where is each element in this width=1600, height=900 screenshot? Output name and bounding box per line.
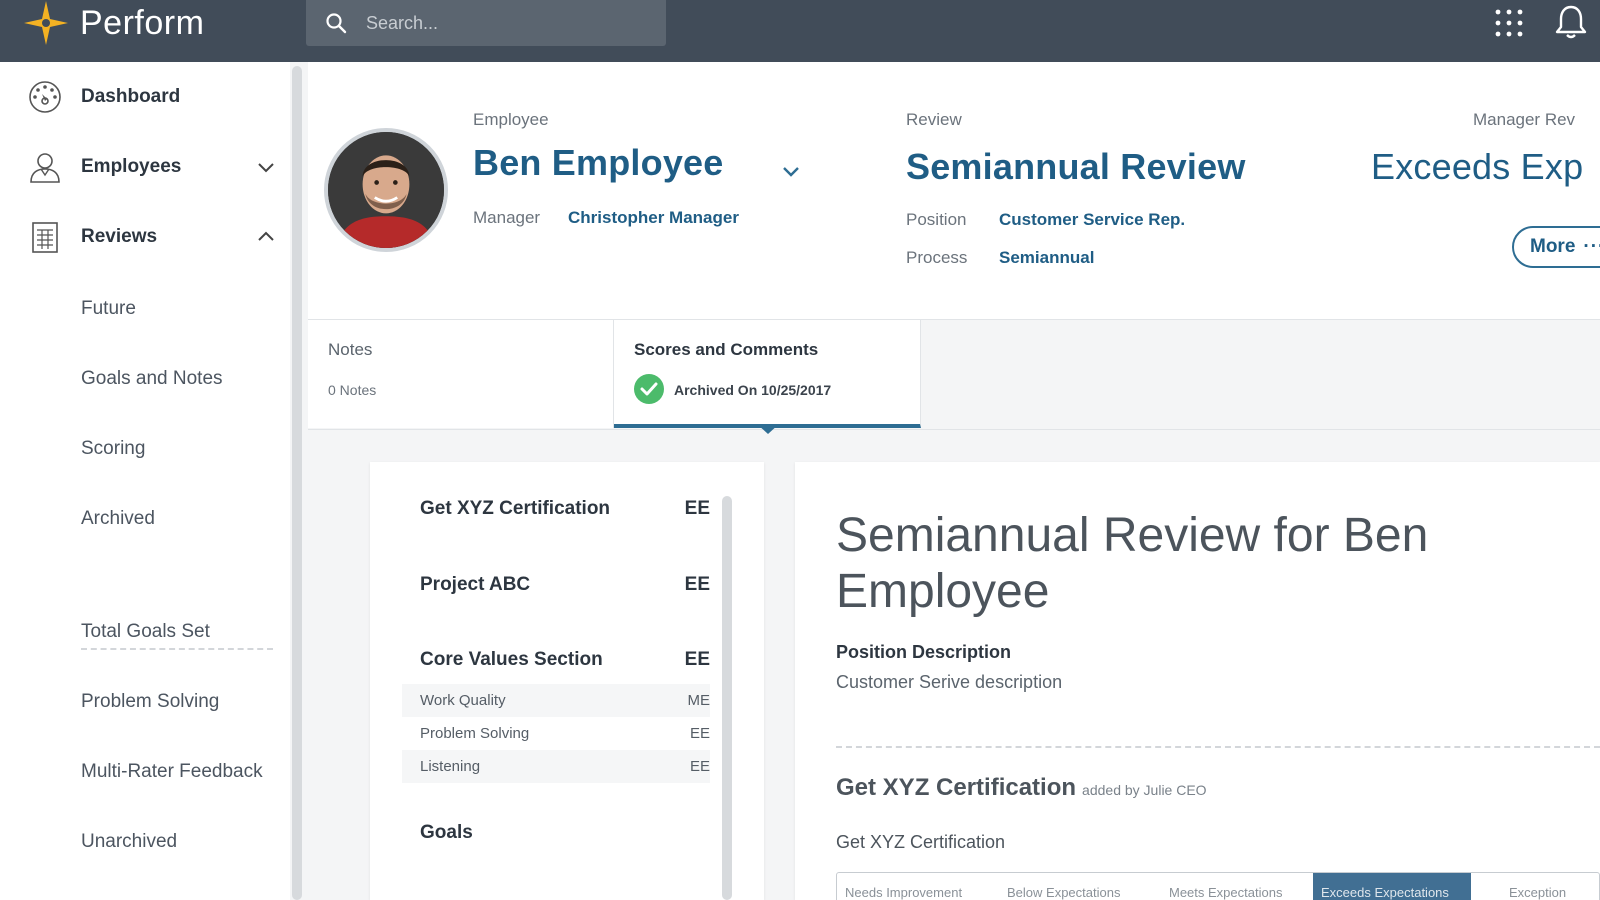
employee-name[interactable]: Ben Employee: [473, 142, 723, 184]
notes-count: 0 Notes: [328, 382, 377, 398]
list-item[interactable]: Get XYZ Certification EE: [420, 498, 710, 520]
rating-option-needs-improvement[interactable]: Needs Improvement: [837, 873, 999, 900]
goal-heading: Get XYZ Certification added by Julie CEO: [836, 774, 1207, 802]
process-value: Semiannual: [999, 248, 1095, 267]
goals-heading: Goals: [420, 822, 473, 843]
employee-chevron-down-icon[interactable]: [780, 160, 802, 182]
process-label: Process: [906, 248, 968, 267]
review-detail-card: Semiannual Review for Ben Employee Posit…: [795, 462, 1600, 900]
subitem-score: EE: [689, 725, 710, 742]
sidebar-item-label: Reviews: [81, 226, 158, 247]
chevron-down-icon[interactable]: [256, 157, 276, 177]
more-button[interactable]: More ···: [1512, 226, 1600, 268]
list-item[interactable]: Goals: [420, 822, 710, 844]
position-value: Customer Service Rep.: [999, 210, 1186, 229]
tab-notes-title: Notes: [328, 340, 373, 359]
subitem-score: ME: [687, 692, 711, 709]
search-icon: [326, 13, 347, 34]
sidebar-scrollbar[interactable]: [292, 66, 302, 900]
manager-review-value: Exceeds Exp: [1371, 146, 1584, 187]
sidebar-divider: [81, 648, 273, 650]
sidebar-subitem-total-goals[interactable]: Total Goals Set: [81, 621, 210, 643]
apps-grid-icon[interactable]: [1494, 8, 1524, 38]
app-name: Perform: [80, 3, 205, 42]
employees-person-icon: [30, 153, 60, 183]
goals-list-card: Get XYZ Certification EE Project ABC EE …: [370, 462, 764, 900]
goal-added-by: added by Julie CEO: [1082, 782, 1207, 798]
goal-heading-title: Get XYZ Certification: [836, 774, 1077, 801]
archived-status: Archived On 10/25/2017: [674, 382, 832, 398]
dashboard-gauge-icon: [29, 81, 61, 113]
manager-review-label: Manager Rev: [1473, 110, 1576, 129]
perform-logo-icon: [24, 1, 68, 45]
review-label: Review: [906, 110, 962, 129]
goal-title: Project ABC: [420, 574, 531, 595]
subitem-title: Listening: [420, 758, 481, 775]
employee-label: Employee: [473, 110, 549, 129]
list-item[interactable]: Core Values Section EE: [420, 649, 710, 671]
list-item[interactable]: Project ABC EE: [420, 574, 710, 596]
manager-name-link[interactable]: Christopher Manager: [568, 208, 739, 228]
goal-score: EE: [684, 498, 710, 519]
section-score: EE: [684, 649, 710, 670]
sidebar-subitem-problem-solving[interactable]: Problem Solving: [81, 691, 219, 713]
sidebar-subitem-archived[interactable]: Archived: [81, 508, 155, 530]
tab-scores-comments[interactable]: Scores and Comments Archived On 10/25/20…: [614, 320, 921, 434]
sidebar-item-label: Employees: [81, 156, 182, 177]
subitem-title: Problem Solving: [420, 725, 530, 742]
sidebar-item-reviews[interactable]: Reviews: [28, 220, 278, 254]
avatar: [324, 128, 448, 252]
sidebar-item-dashboard[interactable]: Dashboard: [28, 80, 278, 114]
review-header: Employee Ben Employee Manager Christophe…: [308, 62, 1600, 320]
employee-photo-icon: [328, 132, 444, 248]
subitem-title: Work Quality: [420, 692, 506, 709]
search-input[interactable]: [366, 12, 646, 34]
tab-scores-title: Scores and Comments: [634, 340, 819, 359]
notification-bell-icon[interactable]: [1554, 4, 1588, 40]
goal-score: EE: [684, 574, 710, 595]
subitem-score: EE: [689, 758, 710, 775]
sidebar-subitem-scoring[interactable]: Scoring: [81, 438, 145, 460]
chevron-up-icon[interactable]: [256, 227, 276, 247]
sidebar-item-employees[interactable]: Employees: [28, 150, 278, 184]
rating-selector: Needs Improvement Below Expectations Mee…: [836, 872, 1600, 900]
goal-title: Get XYZ Certification: [420, 498, 611, 519]
sidebar-subitem-future[interactable]: Future: [81, 298, 136, 320]
search-box[interactable]: [306, 0, 666, 46]
sidebar-item-label: Dashboard: [81, 86, 181, 107]
list-item[interactable]: Problem Solving EE: [402, 717, 710, 750]
list-item[interactable]: Listening EE: [402, 750, 710, 783]
rating-option-meets-expectations[interactable]: Meets Expectations: [1161, 873, 1313, 900]
list-item[interactable]: Work Quality ME: [402, 684, 710, 717]
active-tab-pointer: [757, 424, 779, 434]
goals-list-scrollbar[interactable]: [722, 496, 732, 900]
sidebar-subitem-goals-notes[interactable]: Goals and Notes: [81, 368, 223, 390]
sidebar: Dashboard Employees Reviews Future Goals…: [0, 62, 290, 900]
review-detail-title: Semiannual Review for Ben Employee: [836, 509, 1429, 618]
reviews-document-icon: [32, 222, 58, 253]
position-description-text: Customer Serive description: [836, 672, 1063, 692]
sidebar-subitem-multi-rater[interactable]: Multi-Rater Feedback: [81, 761, 263, 783]
tab-notes[interactable]: Notes 0 Notes: [308, 320, 614, 428]
section-title: Core Values Section: [420, 649, 603, 670]
rating-option-exceeds-expectations[interactable]: Exceeds Expectations: [1313, 873, 1471, 900]
archived-check-icon: [634, 374, 664, 404]
position-label: Position: [906, 210, 967, 229]
review-name: Semiannual Review: [906, 146, 1246, 187]
manager-label: Manager: [473, 208, 541, 227]
more-dots-icon: ···: [1583, 236, 1600, 257]
position-description-heading: Position Description: [836, 642, 1012, 662]
app-logo[interactable]: Perform: [22, 0, 204, 46]
review-tabs: Notes 0 Notes Scores and Comments Archiv…: [308, 320, 1600, 434]
sidebar-subitem-unarchived[interactable]: Unarchived: [81, 831, 177, 853]
goal-description: Get XYZ Certification: [836, 832, 1006, 852]
rating-option-exceptional[interactable]: Exception: [1501, 873, 1599, 900]
more-button-label: More: [1530, 236, 1576, 257]
detail-divider: [836, 746, 1600, 748]
rating-option-below-expectations[interactable]: Below Expectations: [999, 873, 1161, 900]
top-bar: Perform: [0, 0, 1600, 62]
